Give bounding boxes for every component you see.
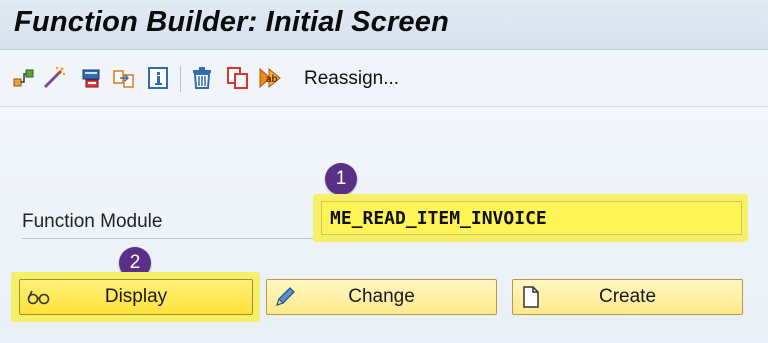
toolbar-separator (180, 66, 181, 92)
window-title: Function Builder: Initial Screen (14, 6, 449, 38)
glasses-icon (26, 285, 50, 309)
pencil-icon (273, 285, 297, 309)
function-module-label: Function Module (22, 211, 163, 232)
duplicate-icon[interactable] (226, 66, 250, 90)
info-icon[interactable] (146, 66, 170, 90)
wand-icon[interactable] (42, 66, 66, 90)
svg-text:ab: ab (266, 74, 278, 85)
test-icon[interactable] (80, 66, 104, 90)
step-badge-1: 1 (325, 163, 357, 195)
rename-icon[interactable]: ab (258, 66, 282, 90)
change-button[interactable]: Change (266, 279, 497, 315)
new-document-icon (519, 285, 543, 309)
create-button-label: Create (598, 286, 657, 307)
display-button-label: Display (104, 286, 168, 307)
copy-icon[interactable] (112, 66, 136, 90)
title-bar: Function Builder: Initial Screen (0, 0, 768, 50)
label-underline (22, 238, 314, 239)
create-button[interactable]: Create (512, 279, 743, 315)
display-button[interactable]: Display (19, 279, 253, 315)
hierarchy-icon[interactable] (12, 66, 36, 90)
change-button-label: Change (348, 286, 415, 307)
reassign-button[interactable]: Reassign... (304, 68, 399, 90)
function-module-input[interactable] (321, 201, 742, 235)
application-toolbar: ab Reassign... (0, 51, 768, 107)
delete-icon[interactable] (190, 66, 214, 90)
